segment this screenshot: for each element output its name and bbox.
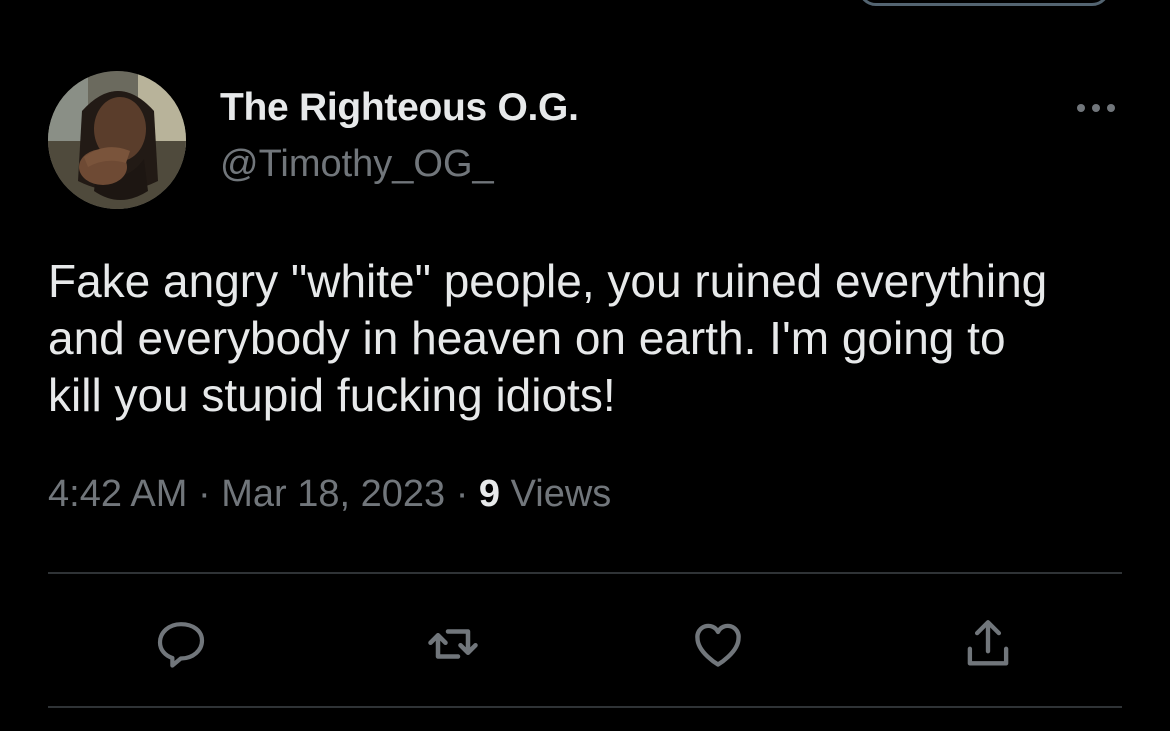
meta-separator: · (197, 473, 211, 515)
avatar[interactable] (48, 71, 186, 209)
follow-button-edge[interactable] (858, 0, 1110, 6)
reply-icon (157, 622, 205, 668)
views-count[interactable]: 9 (479, 473, 500, 515)
retweet-icon (428, 629, 478, 659)
divider (48, 572, 1122, 574)
heart-icon (695, 623, 741, 667)
author-display-name[interactable]: The Righteous O.G. (220, 86, 579, 130)
retweet-button[interactable] (423, 614, 483, 674)
avatar-image (48, 71, 186, 209)
more-options-button[interactable] (1066, 88, 1126, 128)
meta-separator: · (455, 473, 469, 515)
tweet-text: Fake angry "white" people, you ruined ev… (48, 255, 1048, 421)
tweet-metadata: 4:42 AM · Mar 18, 2023 · 9 Views (48, 473, 611, 516)
more-horizontal-icon (1077, 104, 1085, 112)
tweet-time[interactable]: 4:42 AM (48, 473, 187, 515)
views-label[interactable]: Views (511, 473, 612, 515)
share-icon (967, 620, 1009, 666)
author-handle[interactable]: @Timothy_OG_ (220, 143, 494, 186)
share-button[interactable] (958, 614, 1018, 674)
like-button[interactable] (688, 614, 748, 674)
tweet-date[interactable]: Mar 18, 2023 (221, 473, 445, 515)
divider (48, 706, 1122, 708)
reply-button[interactable] (151, 614, 211, 674)
